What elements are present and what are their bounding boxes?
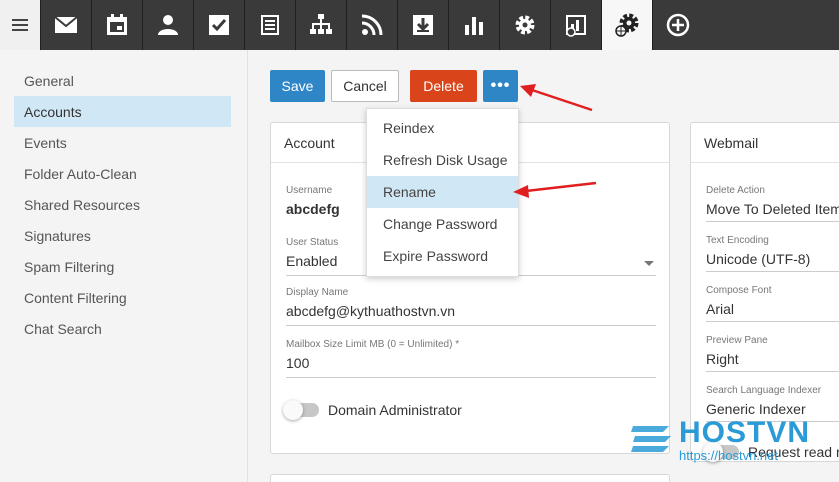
rss-icon[interactable] [346,0,397,50]
next-card [270,474,670,482]
settings-icon[interactable] [499,0,550,50]
menu-item-reindex[interactable]: Reindex [367,112,518,144]
text-encoding-label: Text Encoding [706,235,769,246]
watermark-brand: HOSTVN [679,416,811,449]
domain-settings-icon[interactable] [601,0,652,50]
add-icon[interactable] [652,0,703,50]
app-window: General Accounts Events Folder Auto-Clea… [0,0,839,482]
delete-button[interactable]: Delete [410,70,477,102]
sitemap-icon[interactable] [295,0,346,50]
sidebar-item-chat-search[interactable]: Chat Search [14,313,231,344]
delete-action-value: Move To Deleted Items [706,201,839,222]
delete-action-label: Delete Action [706,185,765,196]
watermark-logo: HOSTVN https://hostvn.net [627,414,839,464]
menu-item-rename[interactable]: Rename [367,176,518,208]
email-icon[interactable] [40,0,91,50]
text-encoding-select[interactable]: Text Encoding Unicode (UTF-8) [706,235,839,272]
calendar-icon[interactable] [91,0,142,50]
settings-sidebar: General Accounts Events Folder Auto-Clea… [0,50,248,482]
watermark-url: https://hostvn.net [679,448,779,463]
notes-icon[interactable] [244,0,295,50]
compose-font-value: Arial [706,301,839,322]
display-name-label: Display Name [286,287,349,298]
menu-item-refresh-disk-usage[interactable]: Refresh Disk Usage [367,144,518,176]
compose-font-select[interactable]: Compose Font Arial [706,285,839,322]
compose-font-label: Compose Font [706,285,772,296]
mailbox-size-label: Mailbox Size Limit MB (0 = Unlimited) * [286,339,460,350]
domain-admin-toggle[interactable] [283,400,319,420]
display-name-value: abcdefg@kythuathostvn.vn [286,303,456,319]
mailbox-size-field[interactable]: Mailbox Size Limit MB (0 = Unlimited) * … [286,339,656,378]
chevron-down-icon [644,261,654,266]
menu-icon[interactable] [0,0,40,50]
sidebar-item-shared-resources[interactable]: Shared Resources [14,189,231,220]
domain-reports-icon[interactable] [550,0,601,50]
hostvn-logo-icon [631,426,671,452]
delete-action-select[interactable]: Delete Action Move To Deleted Items [706,185,839,222]
sidebar-item-general[interactable]: General [14,65,231,96]
contacts-icon[interactable] [142,0,193,50]
sidebar-item-accounts[interactable]: Accounts [14,96,231,127]
sidebar-item-events[interactable]: Events [14,127,231,158]
search-indexer-label: Search Language Indexer [706,385,822,396]
webmail-card: Webmail Delete Action Move To Deleted It… [690,122,839,462]
display-name-field[interactable]: Display Name abcdefg@kythuathostvn.vn [286,287,656,326]
more-actions-button[interactable]: ••• [483,70,518,102]
preview-pane-select[interactable]: Preview Pane Right [706,335,839,372]
preview-pane-label: Preview Pane [706,335,768,346]
cancel-button[interactable]: Cancel [331,70,399,102]
menu-item-expire-password[interactable]: Expire Password [367,240,518,272]
download-icon[interactable] [397,0,448,50]
mailbox-size-value: 100 [286,355,310,371]
sidebar-item-spam-filtering[interactable]: Spam Filtering [14,251,231,282]
sidebar-item-content-filtering[interactable]: Content Filtering [14,282,231,313]
domain-admin-label: Domain Administrator [328,402,462,418]
more-actions-menu: Reindex Refresh Disk Usage Rename Change… [366,108,519,277]
preview-pane-value: Right [706,351,839,372]
top-navbar [0,0,839,50]
toggle-knob [283,400,303,420]
sidebar-item-signatures[interactable]: Signatures [14,220,231,251]
save-button[interactable]: Save [270,70,325,102]
tasks-icon[interactable] [193,0,244,50]
text-encoding-value: Unicode (UTF-8) [706,251,839,272]
sidebar-item-folder-auto-clean[interactable]: Folder Auto-Clean [14,158,231,189]
menu-item-change-password[interactable]: Change Password [367,208,518,240]
webmail-card-title: Webmail [691,123,839,163]
reports-icon[interactable] [448,0,499,50]
